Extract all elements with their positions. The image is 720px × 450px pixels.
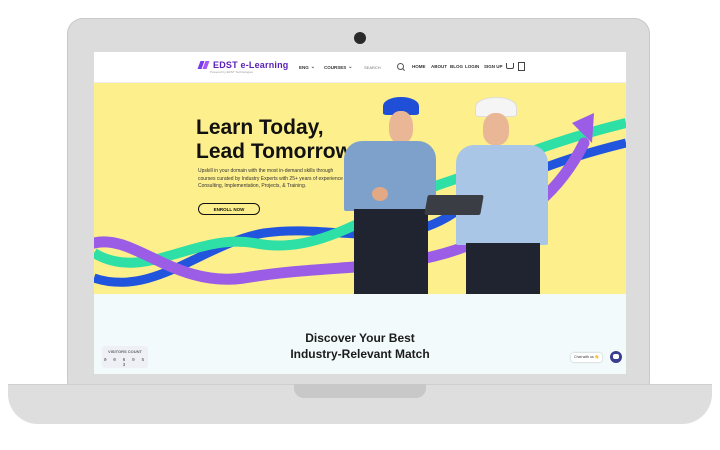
enroll-now-button[interactable]: ENROLL NOW: [198, 203, 260, 215]
chevron-down-icon: ⌄: [310, 64, 315, 70]
laptop-notch: [294, 384, 426, 398]
nav-courses-dropdown[interactable]: COURSES ⌄: [324, 64, 352, 70]
chevron-down-icon: ⌄: [348, 64, 353, 70]
hero-banner: Learn Today, Lead Tomorrow! Upskill in y…: [94, 83, 626, 294]
pants: [354, 209, 428, 294]
hero-title-line2: Lead Tomorrow!: [196, 140, 359, 163]
nav-label: ENG: [299, 64, 309, 70]
chat-icon[interactable]: [610, 351, 622, 363]
nav-signup[interactable]: SIGN UP: [484, 64, 503, 69]
nav-login[interactable]: LOGIN: [465, 64, 479, 69]
nav-language-select[interactable]: ENG ⌄: [299, 64, 315, 70]
logo-text: EDST e-Learning: [213, 60, 289, 70]
hero-title-line1: Learn Today,: [196, 116, 324, 139]
discover-heading-line2: Industry-Relevant Match: [290, 347, 430, 361]
logo-mark-icon: [198, 61, 210, 69]
hero-title: Learn Today, Lead Tomorrow!: [196, 116, 359, 164]
visitors-counter: VISITORS COUNT 0 0 6 9 5 3: [102, 346, 148, 368]
visitors-count: 0 0 6 9 5 3: [103, 358, 147, 368]
shirt: [344, 141, 436, 211]
browser-screen: EDST e-Learning Powered by EDST Technolo…: [94, 52, 626, 374]
nav-about[interactable]: ABOUT: [431, 64, 447, 69]
logo-subtitle: Powered by EDST Technologies: [210, 70, 253, 74]
discover-heading-line1: Discover Your Best: [305, 331, 415, 345]
pants: [466, 243, 540, 294]
nav-label: COURSES: [324, 64, 347, 70]
tablet-device: [424, 195, 484, 215]
camera-icon: [354, 32, 366, 44]
search-icon[interactable]: [397, 63, 404, 70]
discover-heading: Discover Your Best Industry-Relevant Mat…: [94, 330, 626, 362]
head: [483, 113, 509, 145]
nav-blog[interactable]: BLOG: [450, 64, 463, 69]
nav-home[interactable]: HOME: [412, 64, 426, 69]
hero-description: Upskill in your domain with the most in-…: [198, 168, 349, 189]
visitors-label: VISITORS COUNT: [108, 349, 142, 354]
head: [389, 111, 413, 143]
cart-icon[interactable]: [506, 63, 514, 69]
top-navbar: EDST e-Learning Powered by EDST Technolo…: [94, 52, 626, 83]
bookmark-icon[interactable]: [518, 62, 525, 71]
chat-label[interactable]: Chat with us 👋: [571, 353, 603, 362]
hand: [372, 187, 388, 201]
site-logo[interactable]: EDST e-Learning: [198, 60, 289, 70]
